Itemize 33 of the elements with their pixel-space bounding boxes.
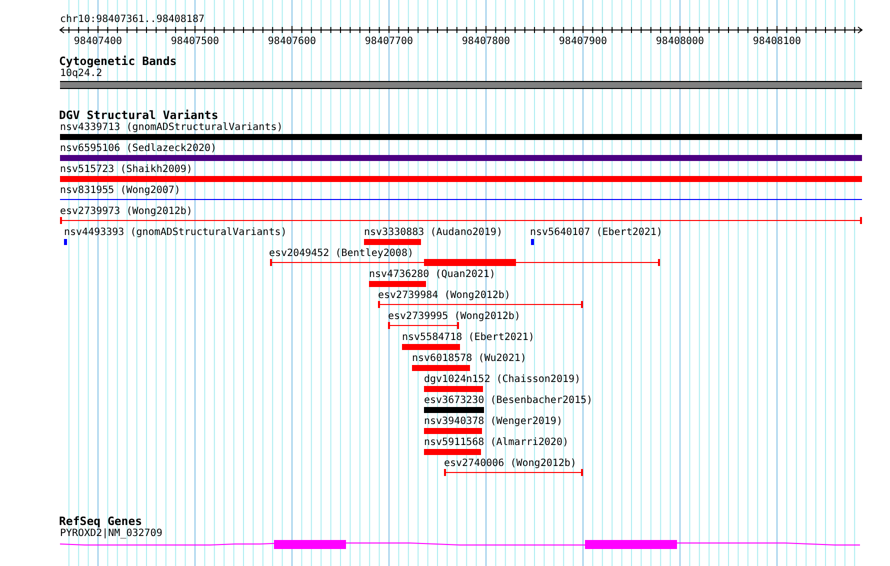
tick-label: 98407900 <box>558 36 608 47</box>
tick-label: 98407600 <box>268 36 316 47</box>
variant-label: nsv4339713 (gnomADStructuralVariants) <box>60 122 283 134</box>
variant-label: esv2739984 (Wong2012b) <box>378 290 510 302</box>
variant-label: nsv4493393 (gnomADStructuralVariants) <box>64 227 287 239</box>
tick-label: 98407800 <box>462 36 510 47</box>
track-title: RefSeq Genes <box>58 515 144 528</box>
gene-label: PYROXD2|NM_032709 <box>59 528 164 540</box>
variant-label: dgv1024n152 (Chaisson2019) <box>424 374 581 386</box>
variant-label: esv2739995 (Wong2012b) <box>388 311 520 323</box>
track-title: Cytogenetic Bands <box>58 55 178 68</box>
variant-label: esv2740006 (Wong2012b) <box>444 458 576 470</box>
location-label: chr10:98407361..98408187 <box>59 13 206 26</box>
tick-label: 98407500 <box>170 36 220 47</box>
tick-label: 98407400 <box>74 36 122 47</box>
variant-label: esv2739973 (Wong2012b) <box>60 206 192 218</box>
variant-label: nsv3940378 (Wenger2019) <box>424 416 562 428</box>
variant-label: esv3673230 (Besenbacher2015) <box>424 395 593 407</box>
variant-label: nsv515723 (Shaikh2009) <box>60 164 192 176</box>
track-title: DGV Structural Variants <box>58 109 220 122</box>
variant-label: nsv831955 (Wong2007) <box>60 185 180 197</box>
variant-label: nsv5911568 (Almarri2020) <box>424 437 568 449</box>
variant-label: nsv4736280 (Quan2021) <box>369 269 496 281</box>
variant-label: esv2049452 (Bentley2008) <box>269 248 414 260</box>
variant-label: nsv5584718 (Ebert2021) <box>402 332 534 344</box>
variant-label: nsv5640107 (Ebert2021) <box>530 227 662 239</box>
variant-label: nsv3330883 (Audano2019) <box>364 227 502 239</box>
tick-label: 98408100 <box>752 36 802 47</box>
band-label: 10q24.2 <box>59 68 104 80</box>
variant-label: nsv6595106 (Sedlazeck2020) <box>60 143 217 155</box>
tick-label: 98407700 <box>364 36 414 47</box>
tick-label: 98408000 <box>656 36 704 47</box>
variant-label: nsv6018578 (Wu2021) <box>412 353 526 365</box>
